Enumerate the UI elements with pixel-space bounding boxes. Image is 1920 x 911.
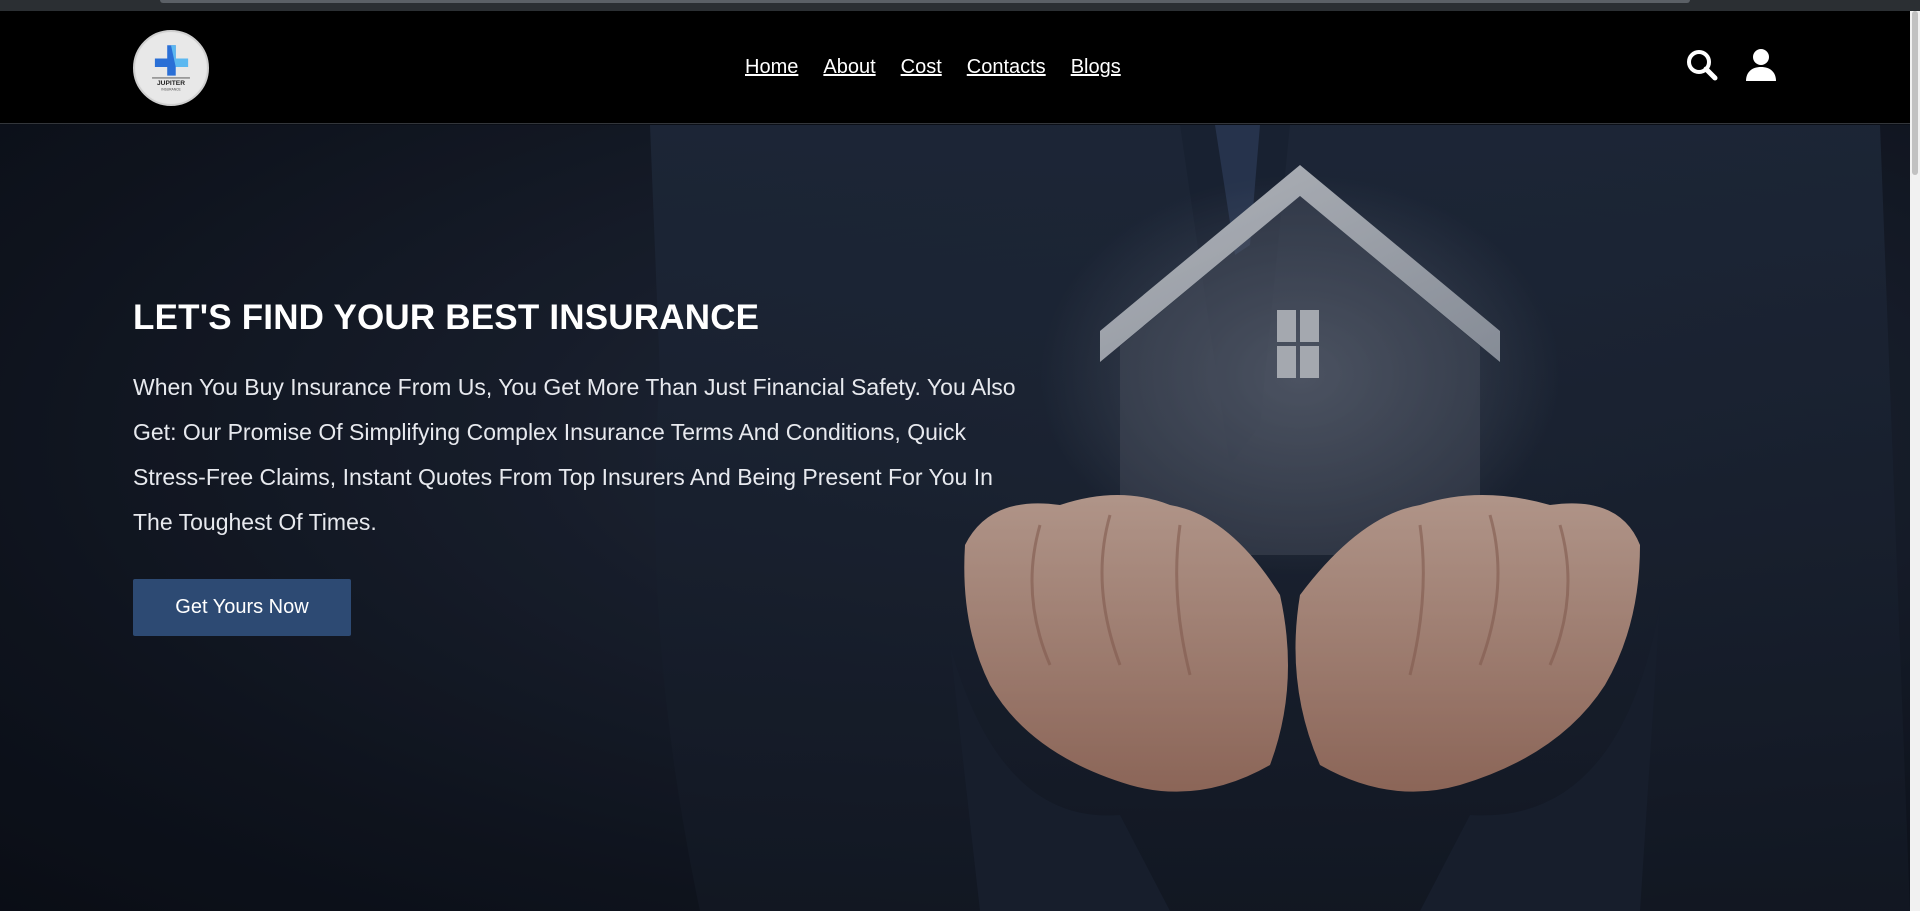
nav-link-cost[interactable]: Cost [901, 56, 942, 79]
nav-link-home[interactable]: Home [745, 56, 798, 79]
search-icon [1687, 50, 1718, 81]
search-button[interactable] [1684, 47, 1720, 83]
nav-link-contacts[interactable]: Contacts [967, 56, 1046, 79]
page-scrollbar[interactable] [1910, 11, 1920, 911]
browser-top-strip [0, 0, 1920, 11]
hero-description: When You Buy Insurance From Us, You Get … [133, 374, 1016, 535]
svg-text:JUPITER: JUPITER [157, 80, 185, 87]
navbar: JUPITER INSURANCE Home About Cost Contac… [0, 11, 1910, 124]
svg-text:INSURANCE: INSURANCE [161, 88, 181, 92]
user-icon [1746, 49, 1776, 81]
hero-section: LET'S FIND YOUR BEST INSURANCE When You … [0, 125, 1910, 911]
scrollbar-thumb[interactable] [1912, 11, 1918, 175]
nav-link-blogs[interactable]: Blogs [1071, 56, 1121, 79]
main-nav: Home About Cost Contacts Blogs [745, 11, 1146, 124]
logo-emblem: JUPITER INSURANCE [135, 32, 207, 104]
brand-logo[interactable]: JUPITER INSURANCE [133, 30, 209, 106]
get-yours-now-button[interactable]: Get Yours Now [133, 579, 351, 636]
hero-title: LET'S FIND YOUR BEST INSURANCE [133, 298, 760, 337]
account-button[interactable] [1743, 47, 1779, 83]
nav-link-about[interactable]: About [823, 56, 875, 79]
